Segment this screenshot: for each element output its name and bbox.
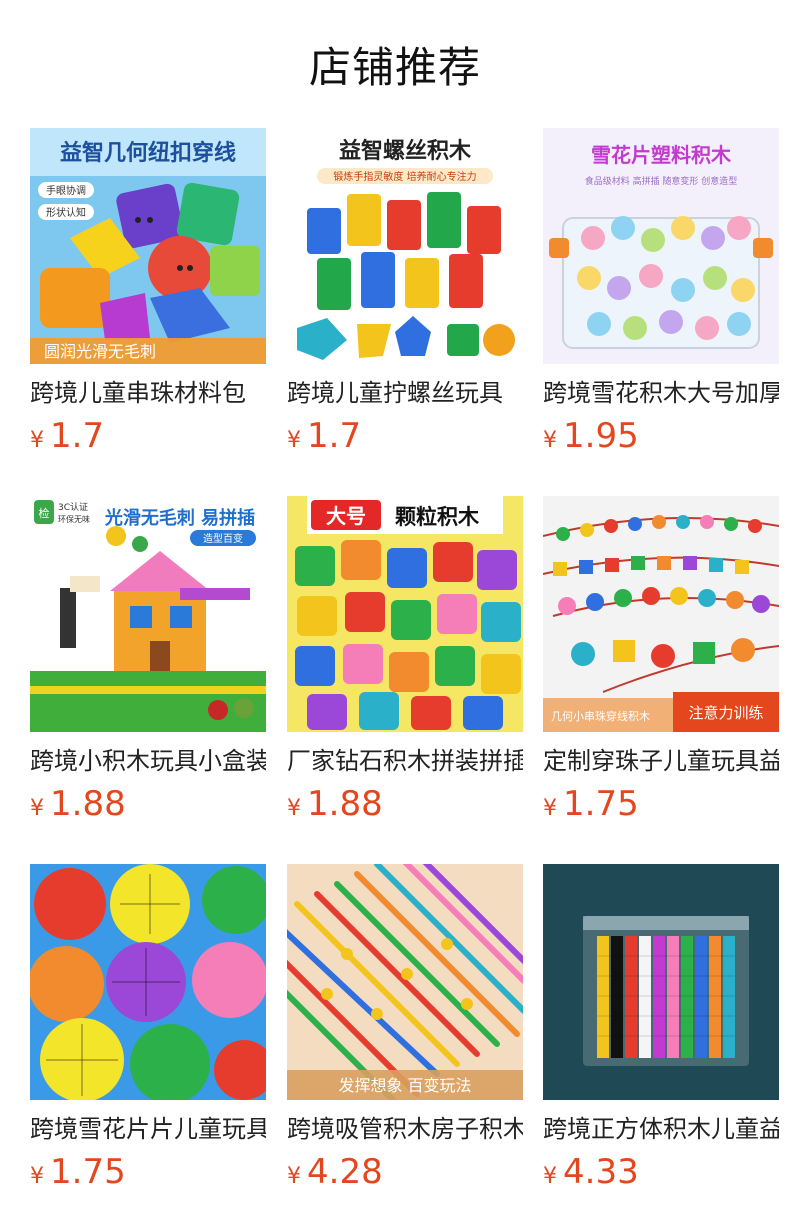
- image-badge: 3C认证: [58, 501, 88, 513]
- price-value: 1.88: [307, 784, 383, 824]
- currency-symbol: ¥: [543, 428, 557, 453]
- image-headline-a: 大号: [326, 504, 366, 528]
- product-price: ¥1.75: [543, 782, 639, 826]
- product-price: ¥1.88: [287, 782, 383, 826]
- image-badge: 手眼协调: [46, 184, 86, 197]
- product-price: ¥1.75: [30, 1150, 126, 1194]
- product-image[interactable]: 益智几何纽扣穿线 手眼协调 形状认知 圆润光滑无毛刺: [30, 128, 266, 364]
- price-value: 1.75: [563, 784, 639, 824]
- product-price: ¥4.28: [287, 1150, 383, 1194]
- product-price: ¥1.7: [30, 414, 104, 458]
- product-name[interactable]: 跨境儿童串珠材料包: [30, 376, 266, 410]
- currency-symbol: ¥: [287, 796, 301, 821]
- product-price: ¥1.7: [287, 414, 361, 458]
- product-card[interactable]: 跨境正方体积木儿童益智 ¥4.33: [543, 864, 781, 1204]
- product-image[interactable]: [543, 864, 779, 1100]
- product-card[interactable]: 跨境雪花片片儿童玩具 ¥1.75: [30, 864, 268, 1204]
- image-subtext: 食品级材料 高拼插 随意变形 创意造型: [585, 175, 738, 187]
- section-title: 店铺推荐: [308, 43, 481, 92]
- product-image[interactable]: 检 3C认证 环保无味 光滑无毛刺 易拼插 造型百变: [30, 496, 266, 732]
- product-card[interactable]: 检 3C认证 环保无味 光滑无毛刺 易拼插 造型百变 跨境小积木玩具小盒装 ¥1…: [30, 496, 268, 836]
- product-card[interactable]: 大号 颗粒积木 厂家钻石积木拼装拼插 ¥1.88: [287, 496, 525, 836]
- product-name[interactable]: 跨境雪花片片儿童玩具: [30, 1112, 266, 1146]
- product-image[interactable]: 发挥想象 百变玩法: [287, 864, 523, 1100]
- currency-symbol: ¥: [543, 796, 557, 821]
- product-price: ¥4.33: [543, 1150, 639, 1194]
- product-name[interactable]: 跨境正方体积木儿童益智: [543, 1112, 779, 1146]
- currency-symbol: ¥: [287, 1164, 301, 1189]
- product-name[interactable]: 跨境小积木玩具小盒装: [30, 744, 266, 778]
- product-card[interactable]: 几何小串珠穿线积木 注意力训练 定制穿珠子儿童玩具益智 ¥1.75: [543, 496, 781, 836]
- cert-mark: 检: [39, 506, 50, 520]
- image-badge: 环保无味: [58, 514, 90, 524]
- price-value: 4.33: [563, 1152, 639, 1192]
- price-value: 4.28: [307, 1152, 383, 1192]
- currency-symbol: ¥: [287, 428, 301, 453]
- price-value: 1.88: [50, 784, 126, 824]
- image-headline: 益智螺丝积木: [339, 138, 472, 164]
- price-value: 1.7: [50, 416, 105, 456]
- product-card[interactable]: 雪花片塑料积木 食品级材料 高拼插 随意变形 创意造型 跨境雪花积木大号加厚 ¥…: [543, 128, 781, 468]
- product-name[interactable]: 定制穿珠子儿童玩具益智: [543, 744, 779, 778]
- currency-symbol: ¥: [30, 428, 44, 453]
- product-price: ¥1.95: [543, 414, 639, 458]
- image-headline-b: 颗粒积木: [395, 505, 480, 529]
- product-card[interactable]: 益智螺丝积木 锻炼手指灵敏度 培养耐心专注力 跨境儿童拧螺丝玩具 ¥1.7: [287, 128, 525, 468]
- currency-symbol: ¥: [30, 796, 44, 821]
- price-value: 1.75: [50, 1152, 126, 1192]
- product-name[interactable]: 跨境吸管积木房子积木: [287, 1112, 523, 1146]
- product-name[interactable]: 跨境雪花积木大号加厚: [543, 376, 779, 410]
- image-banner: 圆润光滑无毛刺: [44, 342, 156, 361]
- product-image[interactable]: 雪花片塑料积木 食品级材料 高拼插 随意变形 创意造型: [543, 128, 779, 364]
- product-price: ¥1.88: [30, 782, 126, 826]
- image-subtext: 锻炼手指灵敏度 培养耐心专注力: [333, 170, 476, 183]
- product-image[interactable]: 几何小串珠穿线积木 注意力训练: [543, 496, 779, 732]
- product-name[interactable]: 厂家钻石积木拼装拼插: [287, 744, 523, 778]
- currency-symbol: ¥: [543, 1164, 557, 1189]
- product-image[interactable]: 益智螺丝积木 锻炼手指灵敏度 培养耐心专注力: [287, 128, 523, 364]
- image-banner: 造型百变: [203, 532, 243, 545]
- price-value: 1.7: [307, 416, 362, 456]
- product-image[interactable]: 大号 颗粒积木: [287, 496, 523, 732]
- product-card[interactable]: 益智几何纽扣穿线 手眼协调 形状认知 圆润光滑无毛刺 跨境儿童串珠材料包 ¥1.…: [30, 128, 268, 468]
- image-banner: 发挥想象 百变玩法: [338, 1076, 471, 1095]
- image-banner-left: 几何小串珠穿线积木: [551, 709, 650, 723]
- image-headline: 光滑无毛刺 易拼插: [104, 507, 255, 529]
- image-banner-right: 注意力训练: [688, 704, 763, 722]
- price-value: 1.95: [563, 416, 639, 456]
- product-card[interactable]: 发挥想象 百变玩法 跨境吸管积木房子积木 ¥4.28: [287, 864, 525, 1204]
- image-badge: 形状认知: [46, 206, 86, 219]
- product-name[interactable]: 跨境儿童拧螺丝玩具: [287, 376, 523, 410]
- currency-symbol: ¥: [30, 1164, 44, 1189]
- product-image[interactable]: [30, 864, 266, 1100]
- image-headline: 益智几何纽扣穿线: [60, 140, 236, 166]
- image-headline: 雪花片塑料积木: [591, 143, 732, 167]
